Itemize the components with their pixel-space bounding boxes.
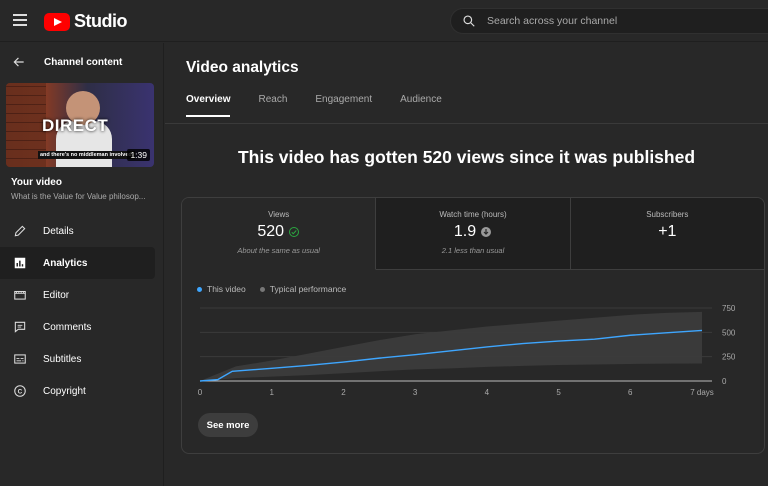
metric-value: +1 bbox=[658, 223, 677, 240]
sidebar-item-copyright[interactable]: C Copyright bbox=[0, 375, 155, 407]
video-thumbnail[interactable]: DIRECT and there's no middleman involved… bbox=[6, 83, 154, 167]
check-circle-icon bbox=[289, 227, 300, 237]
x-tick-label: 1 bbox=[269, 388, 274, 397]
metric-label: Watch time (hours) bbox=[439, 210, 507, 219]
youtube-logo-icon bbox=[44, 12, 70, 31]
sidebar-item-comments[interactable]: Comments bbox=[0, 311, 155, 343]
metric-value: 520 bbox=[257, 223, 285, 240]
metric-label: Views bbox=[268, 210, 290, 219]
tab-reach[interactable]: Reach bbox=[258, 94, 287, 117]
x-tick-label: 6 bbox=[628, 388, 633, 397]
search-icon[interactable] bbox=[455, 14, 483, 28]
x-tick-label: 7 days bbox=[690, 388, 714, 397]
views-line-chart: 0 250 500 750 0 1 2 3 4 5 6 7 days bbox=[198, 304, 736, 397]
video-title: What is the Value for Value philosop... bbox=[11, 192, 146, 201]
views-headline: This video has gotten 520 views since it… bbox=[237, 147, 696, 167]
x-tick-label: 3 bbox=[413, 388, 418, 397]
sidebar: Channel content DIRECT and there's no mi… bbox=[0, 43, 164, 486]
typical-performance-band bbox=[200, 311, 702, 381]
top-bar: Studio bbox=[0, 0, 768, 42]
sidebar-item-analytics[interactable]: Analytics bbox=[0, 247, 155, 279]
tab-audience[interactable]: Audience bbox=[400, 94, 442, 117]
metric-tiles: Views 520 About the same as usual Watch … bbox=[182, 198, 764, 270]
metric-note: 2.1 less than usual bbox=[441, 246, 505, 255]
your-video-section: Your video What is the Value for Value p… bbox=[0, 167, 163, 201]
arrow-down-circle-icon bbox=[481, 227, 492, 237]
your-video-label: Your video bbox=[11, 177, 62, 188]
x-tick-label: 5 bbox=[556, 388, 561, 397]
back-label: Channel content bbox=[44, 56, 123, 68]
analytics-tabs: Overview Reach Engagement Audience bbox=[186, 94, 442, 117]
metric-subscribers[interactable]: Subscribers +1 bbox=[570, 198, 764, 270]
metric-views[interactable]: Views 520 About the same as usual bbox=[182, 198, 377, 270]
y-tick-label: 750 bbox=[722, 304, 736, 313]
tab-divider bbox=[165, 123, 768, 124]
tab-engagement[interactable]: Engagement bbox=[315, 94, 372, 117]
y-tick-label: 250 bbox=[722, 353, 736, 362]
metric-note: About the same as usual bbox=[237, 246, 320, 255]
studio-logo[interactable]: Studio bbox=[44, 11, 128, 32]
film-icon bbox=[12, 287, 28, 303]
studio-logo-text: Studio bbox=[74, 11, 128, 31]
sidebar-item-subtitles[interactable]: Subtitles bbox=[0, 343, 155, 375]
metric-watch-time[interactable]: Watch time (hours) 1.9 2.1 less than usu… bbox=[376, 198, 571, 270]
copyright-icon: C bbox=[12, 383, 28, 399]
hamburger-menu-icon[interactable] bbox=[10, 10, 30, 30]
search-input[interactable] bbox=[483, 15, 768, 27]
metric-value: 1.9 bbox=[453, 223, 477, 240]
analytics-card: Views 520 About the same as usual Watch … bbox=[181, 197, 765, 454]
thumbnail-title: DIRECT bbox=[42, 116, 109, 135]
x-tick-label: 4 bbox=[485, 388, 490, 397]
sidebar-nav: Details Analytics Editor Comments Subtit… bbox=[0, 215, 163, 407]
x-tick-label: 2 bbox=[341, 388, 346, 397]
back-to-channel-content[interactable]: Channel content bbox=[0, 43, 163, 81]
pencil-icon bbox=[12, 223, 28, 239]
legend-typical-performance[interactable]: Typical performance bbox=[259, 284, 346, 294]
y-tick-label: 500 bbox=[722, 328, 736, 337]
chart-legend: This video Typical performance bbox=[197, 284, 346, 294]
main-content: Video analytics Overview Reach Engagemen… bbox=[165, 43, 768, 486]
metric-label: Subscribers bbox=[646, 210, 689, 219]
see-more-button[interactable]: See more bbox=[198, 413, 258, 437]
legend-this-video[interactable]: This video bbox=[197, 284, 246, 294]
comment-icon bbox=[12, 319, 28, 335]
subtitles-icon bbox=[12, 351, 28, 367]
svg-text:C: C bbox=[18, 388, 23, 395]
tab-overview[interactable]: Overview bbox=[186, 94, 231, 117]
page-title: Video analytics bbox=[186, 59, 299, 76]
video-duration: 1:39 bbox=[127, 149, 150, 161]
y-tick-label: 0 bbox=[722, 377, 727, 386]
sidebar-item-details[interactable]: Details bbox=[0, 215, 155, 247]
analytics-icon bbox=[12, 255, 28, 271]
sidebar-item-editor[interactable]: Editor bbox=[0, 279, 155, 311]
x-tick-label: 0 bbox=[198, 388, 203, 397]
search-bar[interactable] bbox=[450, 8, 768, 34]
thumbnail-caption: and there's no middleman involved. bbox=[38, 151, 136, 159]
back-arrow-icon bbox=[13, 57, 24, 67]
